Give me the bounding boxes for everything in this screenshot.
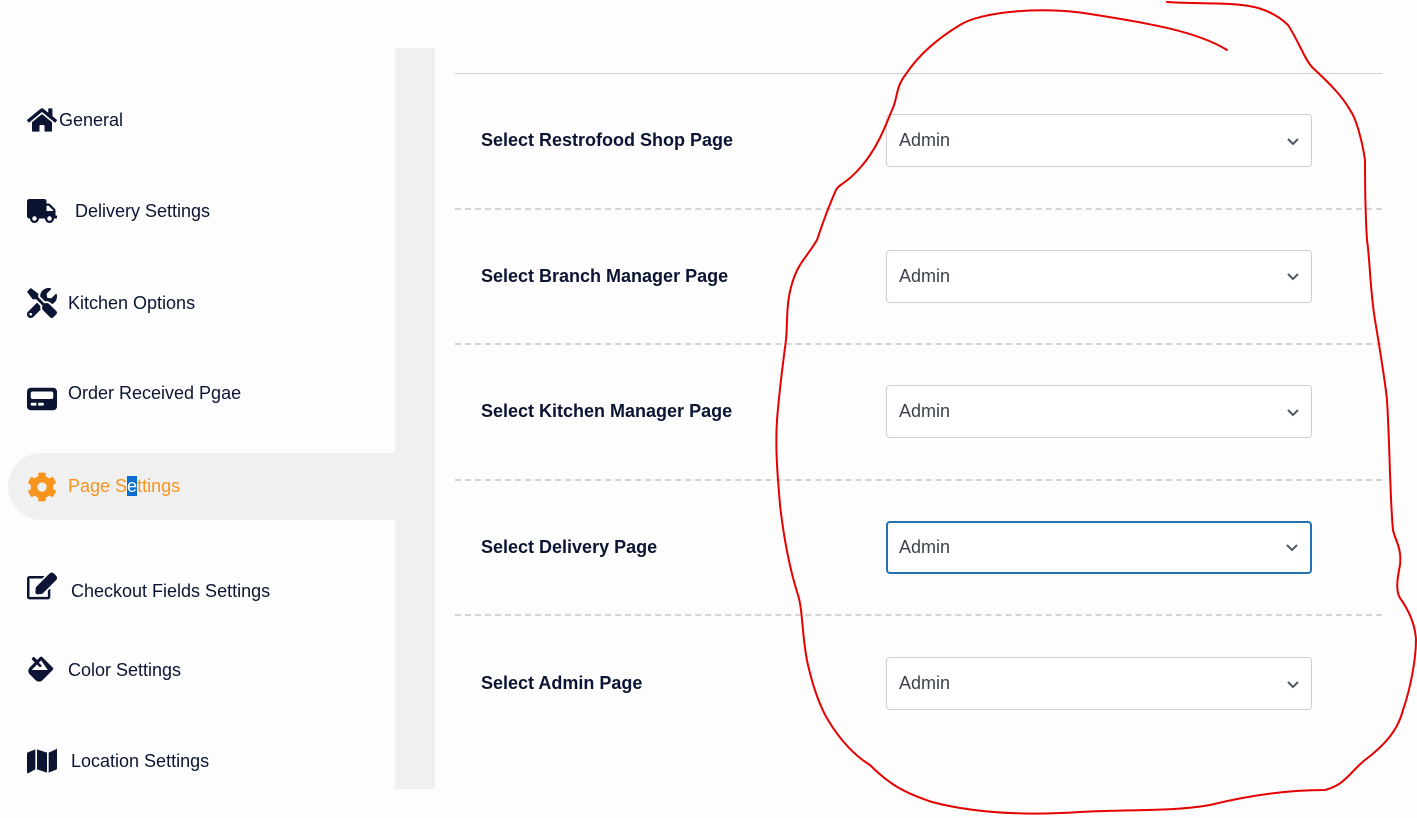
sidebar-item-label: Order Received Pgae	[68, 383, 242, 403]
map-icon	[27, 745, 71, 777]
admin-page-select[interactable]: Admin	[886, 657, 1312, 711]
setting-row-delivery-page: Select Delivery Page Admin	[455, 481, 1382, 616]
setting-row-branch-manager-page: Select Branch Manager Page Admin	[455, 210, 1382, 345]
sidebar-item-general[interactable]: General	[0, 86, 395, 154]
sidebar-item-kitchen-options[interactable]: Kitchen Options	[0, 269, 395, 337]
setting-label: Select Admin Page	[481, 673, 643, 694]
sidebar-item-label: Color Settings	[68, 659, 182, 680]
select-value: Admin	[899, 536, 951, 557]
branch-manager-page-select[interactable]: Admin	[886, 249, 1312, 303]
sidebar-item-order-received-page[interactable]: Order Received Pgae	[0, 361, 395, 453]
chevron-down-icon	[1284, 539, 1300, 555]
sidebar-item-label: General	[59, 109, 124, 130]
setting-label: Select Delivery Page	[481, 536, 658, 557]
delivery-page-select[interactable]: Admin	[886, 520, 1312, 574]
sidebar-item-page-settings[interactable]: Page Settings	[8, 453, 435, 520]
sidebar-item-label: Location Settings	[71, 750, 210, 771]
setting-label: Select Kitchen Manager Page	[481, 401, 733, 422]
sidebar-item-checkout-fields-settings[interactable]: Checkout Fields Settings	[0, 520, 395, 612]
settings-sidebar: General Delivery Settings Kitchen Option…	[0, 48, 435, 795]
sidebar-item-label: Kitchen Options	[68, 292, 196, 313]
chevron-down-icon	[1285, 676, 1301, 692]
pager-icon	[27, 383, 68, 415]
chevron-down-icon	[1285, 268, 1301, 284]
restrofood-shop-page-select[interactable]: Admin	[886, 114, 1312, 168]
sidebar-item-label: Delivery Settings	[75, 200, 211, 221]
text-selection: e	[127, 476, 138, 496]
kitchen-manager-page-select[interactable]: Admin	[886, 385, 1312, 439]
sidebar-item-location-settings[interactable]: Location Settings	[0, 727, 395, 795]
setting-label: Select Branch Manager Page	[481, 265, 729, 286]
sidebar-item-delivery-settings[interactable]: Delivery Settings	[0, 177, 395, 245]
page-settings-panel: Select Restrofood Shop Page Admin Select…	[455, 73, 1382, 752]
sidebar-item-color-settings[interactable]: Color Settings	[0, 636, 395, 704]
tools-icon	[27, 287, 68, 319]
setting-row-admin-page: Select Admin Page Admin	[455, 616, 1382, 752]
truck-icon	[27, 195, 75, 227]
select-value: Admin	[899, 401, 951, 422]
setting-label: Select Restrofood Shop Page	[481, 130, 734, 151]
chevron-down-icon	[1285, 404, 1301, 420]
select-value: Admin	[899, 265, 951, 286]
fill-drip-icon	[27, 654, 68, 686]
select-value: Admin	[899, 673, 951, 694]
chevron-down-icon	[1285, 133, 1301, 149]
setting-row-kitchen-manager-page: Select Kitchen Manager Page Admin	[455, 345, 1382, 481]
tab-panel-divider	[395, 48, 435, 789]
sidebar-item-label: Checkout Fields Settings	[71, 581, 271, 601]
sidebar-item-label: Page Settings	[68, 476, 181, 496]
home-icon	[27, 104, 59, 136]
gear-icon	[27, 471, 68, 503]
setting-row-restrofood-shop-page: Select Restrofood Shop Page Admin	[455, 74, 1382, 210]
edit-icon	[27, 570, 71, 602]
select-value: Admin	[899, 130, 951, 151]
